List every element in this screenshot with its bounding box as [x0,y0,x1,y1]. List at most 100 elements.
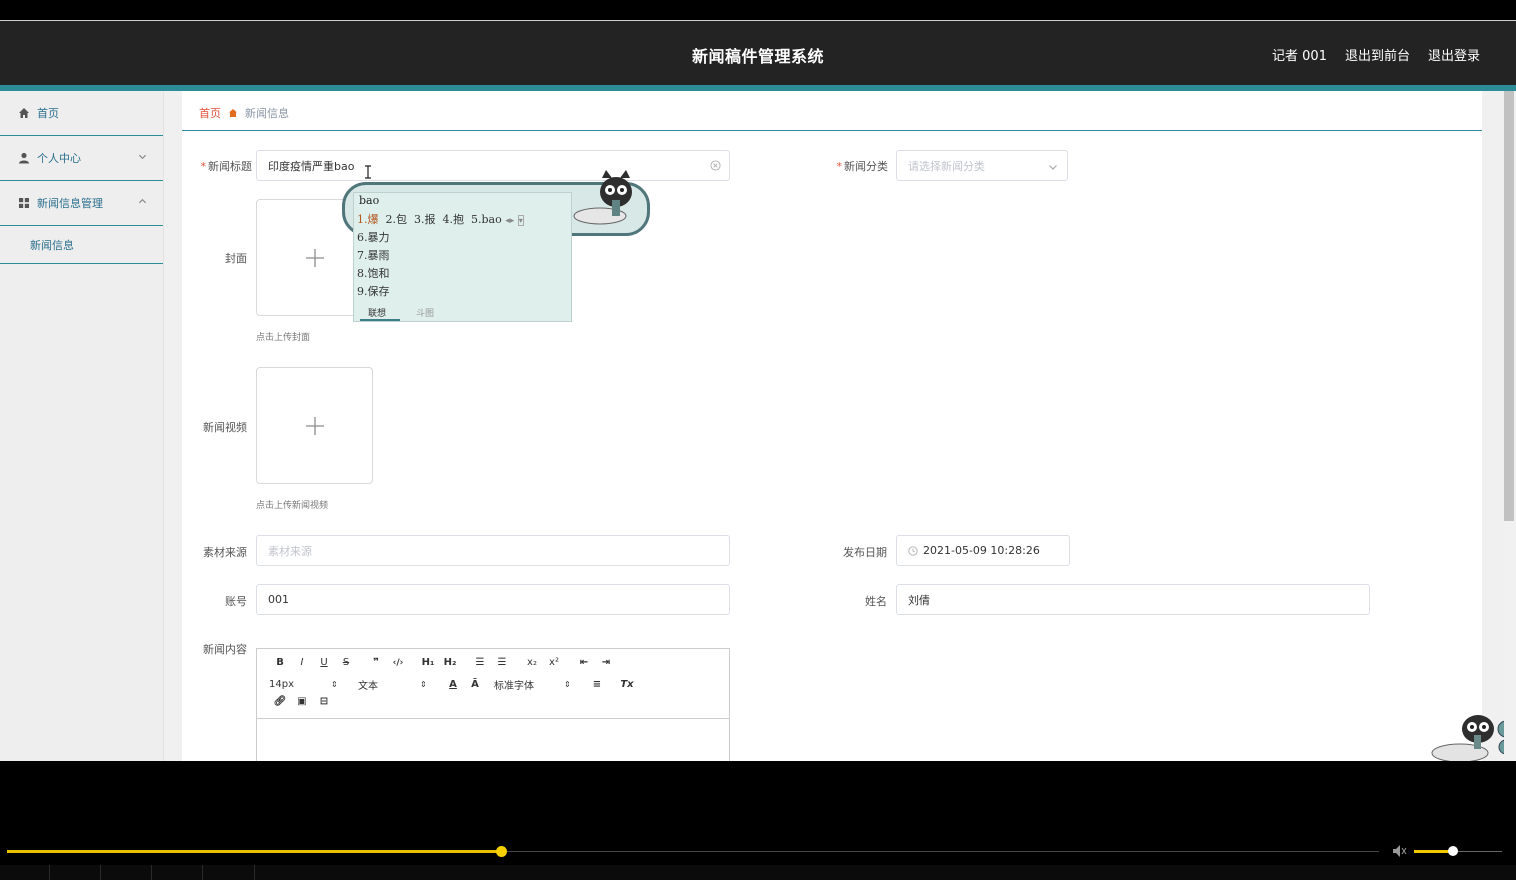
align-icon[interactable]: ≡ [586,679,608,690]
ime-candidate[interactable]: 7.暴雨 [357,247,390,263]
video-upload[interactable] [256,367,373,484]
ime-tab-sticker[interactable]: 斗图 [416,306,434,319]
ordered-list-icon[interactable]: ☰ [469,657,491,668]
heading2-icon[interactable]: H₂ [439,657,461,668]
user-icon [19,152,29,164]
clock-icon [908,545,918,556]
source-label: 素材来源 [203,546,247,559]
breadcrumb-home[interactable]: 首页 [199,105,221,121]
header-links: 记者 001 退出到前台 退出登录 [1272,45,1480,64]
editor-toolbar-row-3: 🔗︎ ▣ ⊟ [269,696,335,707]
ime-expand-icon[interactable]: ▾ [517,215,524,226]
heading1-icon[interactable]: H₁ [417,657,439,668]
video-player-bar [0,838,1516,880]
ime-tabs: 联想 斗图 [354,303,571,321]
sidebar-subitem-news-info[interactable]: 新闻信息 [0,226,163,264]
ime-candidate[interactable]: 8.饱和 [357,265,390,281]
font-size-select[interactable]: 14px [269,679,331,690]
account-input[interactable]: 001 [256,584,730,615]
news-category-placeholder: 请选择新闻分类 [908,159,985,173]
name-input[interactable]: 刘倩 [896,584,1370,615]
cover-label: 封面 [225,252,247,265]
sidebar-item-label: 个人中心 [37,152,81,165]
ime-candidate[interactable]: 9.保存 [357,283,390,299]
ime-pinyin: bao [359,194,380,207]
news-category-label: * 新闻分类 [836,160,889,173]
volume-icon[interactable] [1392,844,1408,858]
source-input[interactable]: 素材来源 [256,535,730,566]
blockquote-icon[interactable]: ❞ [365,657,387,668]
source-placeholder: 素材来源 [268,544,312,558]
progress-handle[interactable] [496,846,507,857]
news-video-label: 新闻视频 [203,421,247,434]
breadcrumb: 首页 新闻信息 [199,105,289,121]
ime-candidate-popup: bao 1.爆 2.包 3.报 4.抱 5.bao ◂▸ ▾ 6.暴力 7.暴雨… [342,170,650,322]
ime-panel: bao 1.爆 2.包 3.报 4.抱 5.bao ◂▸ ▾ 6.暴力 7.暴雨… [353,192,572,322]
font-color-icon[interactable]: A [442,679,464,690]
current-user-label[interactable]: 记者 001 [1272,45,1327,64]
player-button-strip [0,865,1516,880]
ime-candidate[interactable]: 4.抱 [443,213,465,226]
text-cursor-icon [365,165,371,179]
top-header: 新闻稿件管理系统 记者 001 退出到前台 退出登录 [0,20,1516,85]
underline-icon[interactable]: U [313,657,335,668]
image-icon[interactable]: ▣ [291,696,313,707]
volume-handle[interactable] [1448,846,1458,856]
ime-candidate[interactable]: 5.bao [471,213,502,226]
video-icon[interactable]: ⊟ [313,696,335,707]
logout-link[interactable]: 退出登录 [1428,45,1480,64]
ime-tab-indicator [360,319,400,321]
editor-toolbar-row-1: B I U S ❞ ‹/› H₁ H₂ ☰ ☰ x₂ x² ⇤ ⇥ [269,657,617,668]
ime-page-arrows-icon[interactable]: ◂▸ [505,216,514,226]
news-title-value: 印度疫情严重bao [268,159,355,173]
publish-date-label: 发布日期 [843,546,887,559]
home-icon [19,108,29,118]
account-value: 001 [268,593,289,606]
page-scrollbar[interactable] [1504,91,1516,761]
font-size-arrows-icon: ⇕ [331,680,338,689]
clear-icon[interactable] [710,160,721,171]
rich-text-editor: B I U S ❞ ‹/› H₁ H₂ ☰ ☰ x₂ x² ⇤ ⇥ 14px ⇕… [256,648,730,761]
bullet-list-icon[interactable]: ☰ [491,657,513,668]
account-label: 账号 [225,595,247,608]
link-icon[interactable]: 🔗︎ [269,696,291,707]
sidebar-item-home[interactable]: 首页 [0,91,163,136]
strikethrough-icon[interactable]: S [335,657,357,668]
chevron-up-icon [138,198,147,204]
page-body: 首页 个人中心 新闻信息管理 新闻信息 首页 新闻信息 * 新闻标题 印度疫情严… [0,91,1516,761]
font-family-select[interactable]: 标准字体 [494,677,564,692]
ime-candidate[interactable]: 1.爆 [357,213,379,226]
ime-candidate[interactable]: 6.暴力 [357,229,390,245]
background-color-icon[interactable]: Ā [464,679,486,690]
block-type-arrows-icon: ⇕ [420,680,427,689]
sidebar-item-label: 首页 [37,107,59,120]
bold-icon[interactable]: B [269,657,291,668]
superscript-icon[interactable]: x² [543,657,565,668]
page-scrollbar-thumb[interactable] [1504,91,1514,521]
code-icon[interactable]: ‹/› [387,658,409,668]
subscript-icon[interactable]: x₂ [521,657,543,668]
ime-candidate[interactable]: 3.报 [414,213,436,226]
video-upload-hint: 点击上传新闻视频 [256,501,329,511]
editor-toolbar-divider [257,718,729,719]
outdent-icon[interactable]: ⇤ [573,657,595,668]
name-label: 姓名 [865,595,887,608]
sidebar-item-news-management[interactable]: 新闻信息管理 [0,181,163,226]
indent-icon[interactable]: ⇥ [595,657,617,668]
ime-candidate-row: 1.爆 2.包 3.报 4.抱 5.bao ◂▸ ▾ [357,211,524,227]
sidebar-item-personal-center[interactable]: 个人中心 [0,136,163,181]
ime-tab-association[interactable]: 联想 [368,306,386,319]
italic-icon[interactable]: I [291,657,313,668]
home-fill-icon [229,109,237,117]
clear-format-icon[interactable]: Tx [616,679,638,690]
ime-candidate[interactable]: 2.包 [386,213,408,226]
sidebar-item-label: 新闻信息管理 [37,197,103,210]
block-type-select[interactable]: 文本 [358,677,420,692]
exit-to-front-link[interactable]: 退出到前台 [1345,45,1410,64]
publish-date-input[interactable]: 2021-05-09 10:28:26 [896,535,1070,566]
news-title-input[interactable]: 印度疫情严重bao [256,150,730,181]
publish-date-value: 2021-05-09 10:28:26 [923,544,1040,557]
progress-fill [7,850,501,853]
news-category-select[interactable]: 请选择新闻分类 [896,150,1068,181]
grid-icon [19,198,29,208]
